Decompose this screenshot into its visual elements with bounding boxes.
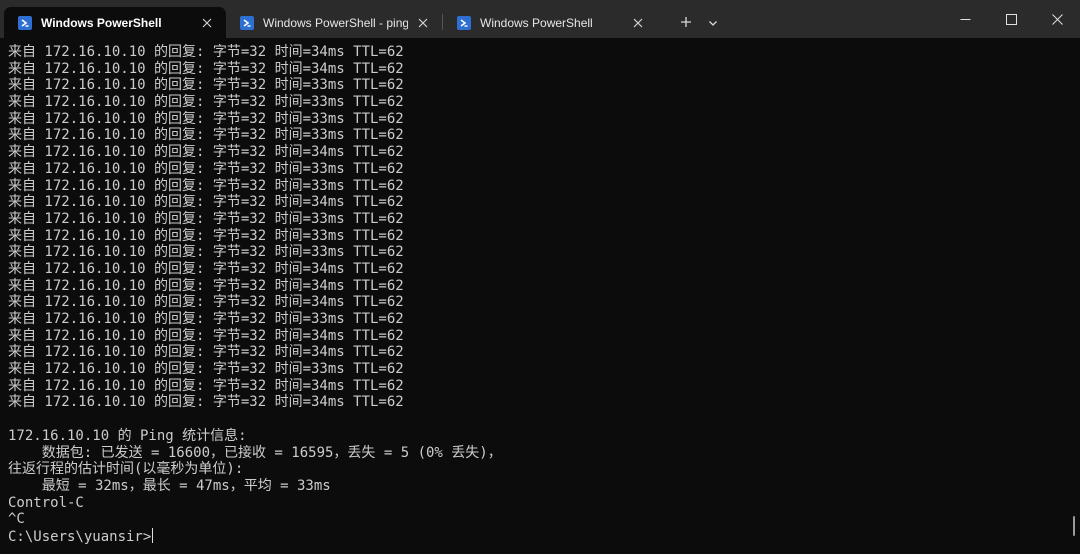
close-window-button[interactable] <box>1034 0 1080 38</box>
terminal-lines: 来自 172.16.10.10 的回复: 字节=32 时间=34ms TTL=6… <box>8 44 1068 528</box>
terminal-line: 来自 172.16.10.10 的回复: 字节=32 时间=33ms TTL=6… <box>8 110 404 127</box>
maximize-icon <box>1005 10 1017 29</box>
terminal-line: 来自 172.16.10.10 的回复: 字节=32 时间=33ms TTL=6… <box>8 94 404 111</box>
terminal-line: ^C <box>8 511 25 528</box>
terminal-line: 数据包: 已发送 = 16600，已接收 = 16595，丢失 = 5 (0% … <box>8 444 502 461</box>
title-bar[interactable]: Windows PowerShell Windows PowerShell - … <box>0 0 1080 38</box>
window-controls <box>942 0 1080 38</box>
terminal-line: 来自 172.16.10.10 的回复: 字节=32 时间=33ms TTL=6… <box>8 77 404 94</box>
terminal-line: 来自 172.16.10.10 的回复: 字节=32 时间=34ms TTL=6… <box>8 194 404 211</box>
terminal-line: 往返行程的估计时间(以毫秒为单位): <box>8 461 244 478</box>
terminal-line: 来自 172.16.10.10 的回复: 字节=32 时间=33ms TTL=6… <box>8 177 404 194</box>
terminal-line: 来自 172.16.10.10 的回复: 字节=32 时间=33ms TTL=6… <box>8 244 404 261</box>
prompt-text: C:\Users\yuansir> <box>8 528 152 545</box>
new-tab-button[interactable] <box>671 7 701 38</box>
tab-powershell-ping[interactable]: Windows PowerShell - ping ikt <box>226 7 442 38</box>
minimize-icon <box>960 10 971 29</box>
scrollbar-thumb[interactable] <box>1073 516 1075 536</box>
plus-icon <box>680 13 692 32</box>
terminal-line: 来自 172.16.10.10 的回复: 字节=32 时间=34ms TTL=6… <box>8 277 404 294</box>
terminal-window: Windows PowerShell Windows PowerShell - … <box>0 0 1080 554</box>
terminal-line: 来自 172.16.10.10 的回复: 字节=32 时间=33ms TTL=6… <box>8 227 404 244</box>
terminal-line: 来自 172.16.10.10 的回复: 字节=32 时间=34ms TTL=6… <box>8 377 404 394</box>
tab-title: Windows PowerShell - ping ikt <box>263 15 408 30</box>
terminal-line: 来自 172.16.10.10 的回复: 字节=32 时间=33ms TTL=6… <box>8 160 404 177</box>
terminal-line: 来自 172.16.10.10 的回复: 字节=32 时间=34ms TTL=6… <box>8 327 404 344</box>
terminal-output[interactable]: 来自 172.16.10.10 的回复: 字节=32 时间=34ms TTL=6… <box>8 44 1068 550</box>
terminal-line: 来自 172.16.10.10 的回复: 字节=32 时间=34ms TTL=6… <box>8 294 404 311</box>
terminal-line: 来自 172.16.10.10 的回复: 字节=32 时间=34ms TTL=6… <box>8 394 404 411</box>
terminal-line: 最短 = 32ms，最长 = 47ms，平均 = 33ms <box>8 477 331 494</box>
powershell-icon <box>18 15 32 30</box>
terminal-line: 来自 172.16.10.10 的回复: 字节=32 时间=34ms TTL=6… <box>8 60 404 77</box>
terminal-line: 来自 172.16.10.10 的回复: 字节=32 时间=34ms TTL=6… <box>8 260 404 277</box>
terminal-line: 来自 172.16.10.10 的回复: 字节=32 时间=34ms TTL=6… <box>8 344 404 361</box>
maximize-button[interactable] <box>988 0 1034 38</box>
terminal-line: 来自 172.16.10.10 的回复: 字节=32 时间=33ms TTL=6… <box>8 361 404 378</box>
chevron-down-icon <box>708 13 718 32</box>
tab-title: Windows PowerShell <box>41 15 162 30</box>
terminal-line: 172.16.10.10 的 Ping 统计信息: <box>8 427 247 444</box>
text-cursor <box>152 527 154 543</box>
terminal-line: 来自 172.16.10.10 的回复: 字节=32 时间=34ms TTL=6… <box>8 44 404 60</box>
terminal-line: 来自 172.16.10.10 的回复: 字节=32 时间=33ms TTL=6… <box>8 311 404 327</box>
minimize-button[interactable] <box>942 0 988 38</box>
close-icon <box>1051 10 1063 29</box>
terminal-line: 来自 172.16.10.10 的回复: 字节=32 时间=33ms TTL=6… <box>8 127 404 144</box>
tab-title: Windows PowerShell <box>480 15 593 30</box>
terminal-line: 来自 172.16.10.10 的回复: 字节=32 时间=34ms TTL=6… <box>8 144 404 161</box>
powershell-icon <box>457 15 471 30</box>
powershell-icon <box>240 15 254 30</box>
tab-dropdown-button[interactable] <box>701 7 725 38</box>
tab-powershell-1[interactable]: Windows PowerShell <box>4 7 226 38</box>
close-icon[interactable] <box>629 14 647 32</box>
close-icon[interactable] <box>414 14 432 32</box>
terminal-line: Control-C <box>8 494 84 511</box>
terminal-line: 来自 172.16.10.10 的回复: 字节=32 时间=33ms TTL=6… <box>8 210 404 227</box>
close-icon[interactable] <box>198 14 216 32</box>
tab-powershell-3[interactable]: Windows PowerShell <box>443 7 657 38</box>
prompt-line[interactable]: C:\Users\yuansir> <box>8 527 1068 545</box>
